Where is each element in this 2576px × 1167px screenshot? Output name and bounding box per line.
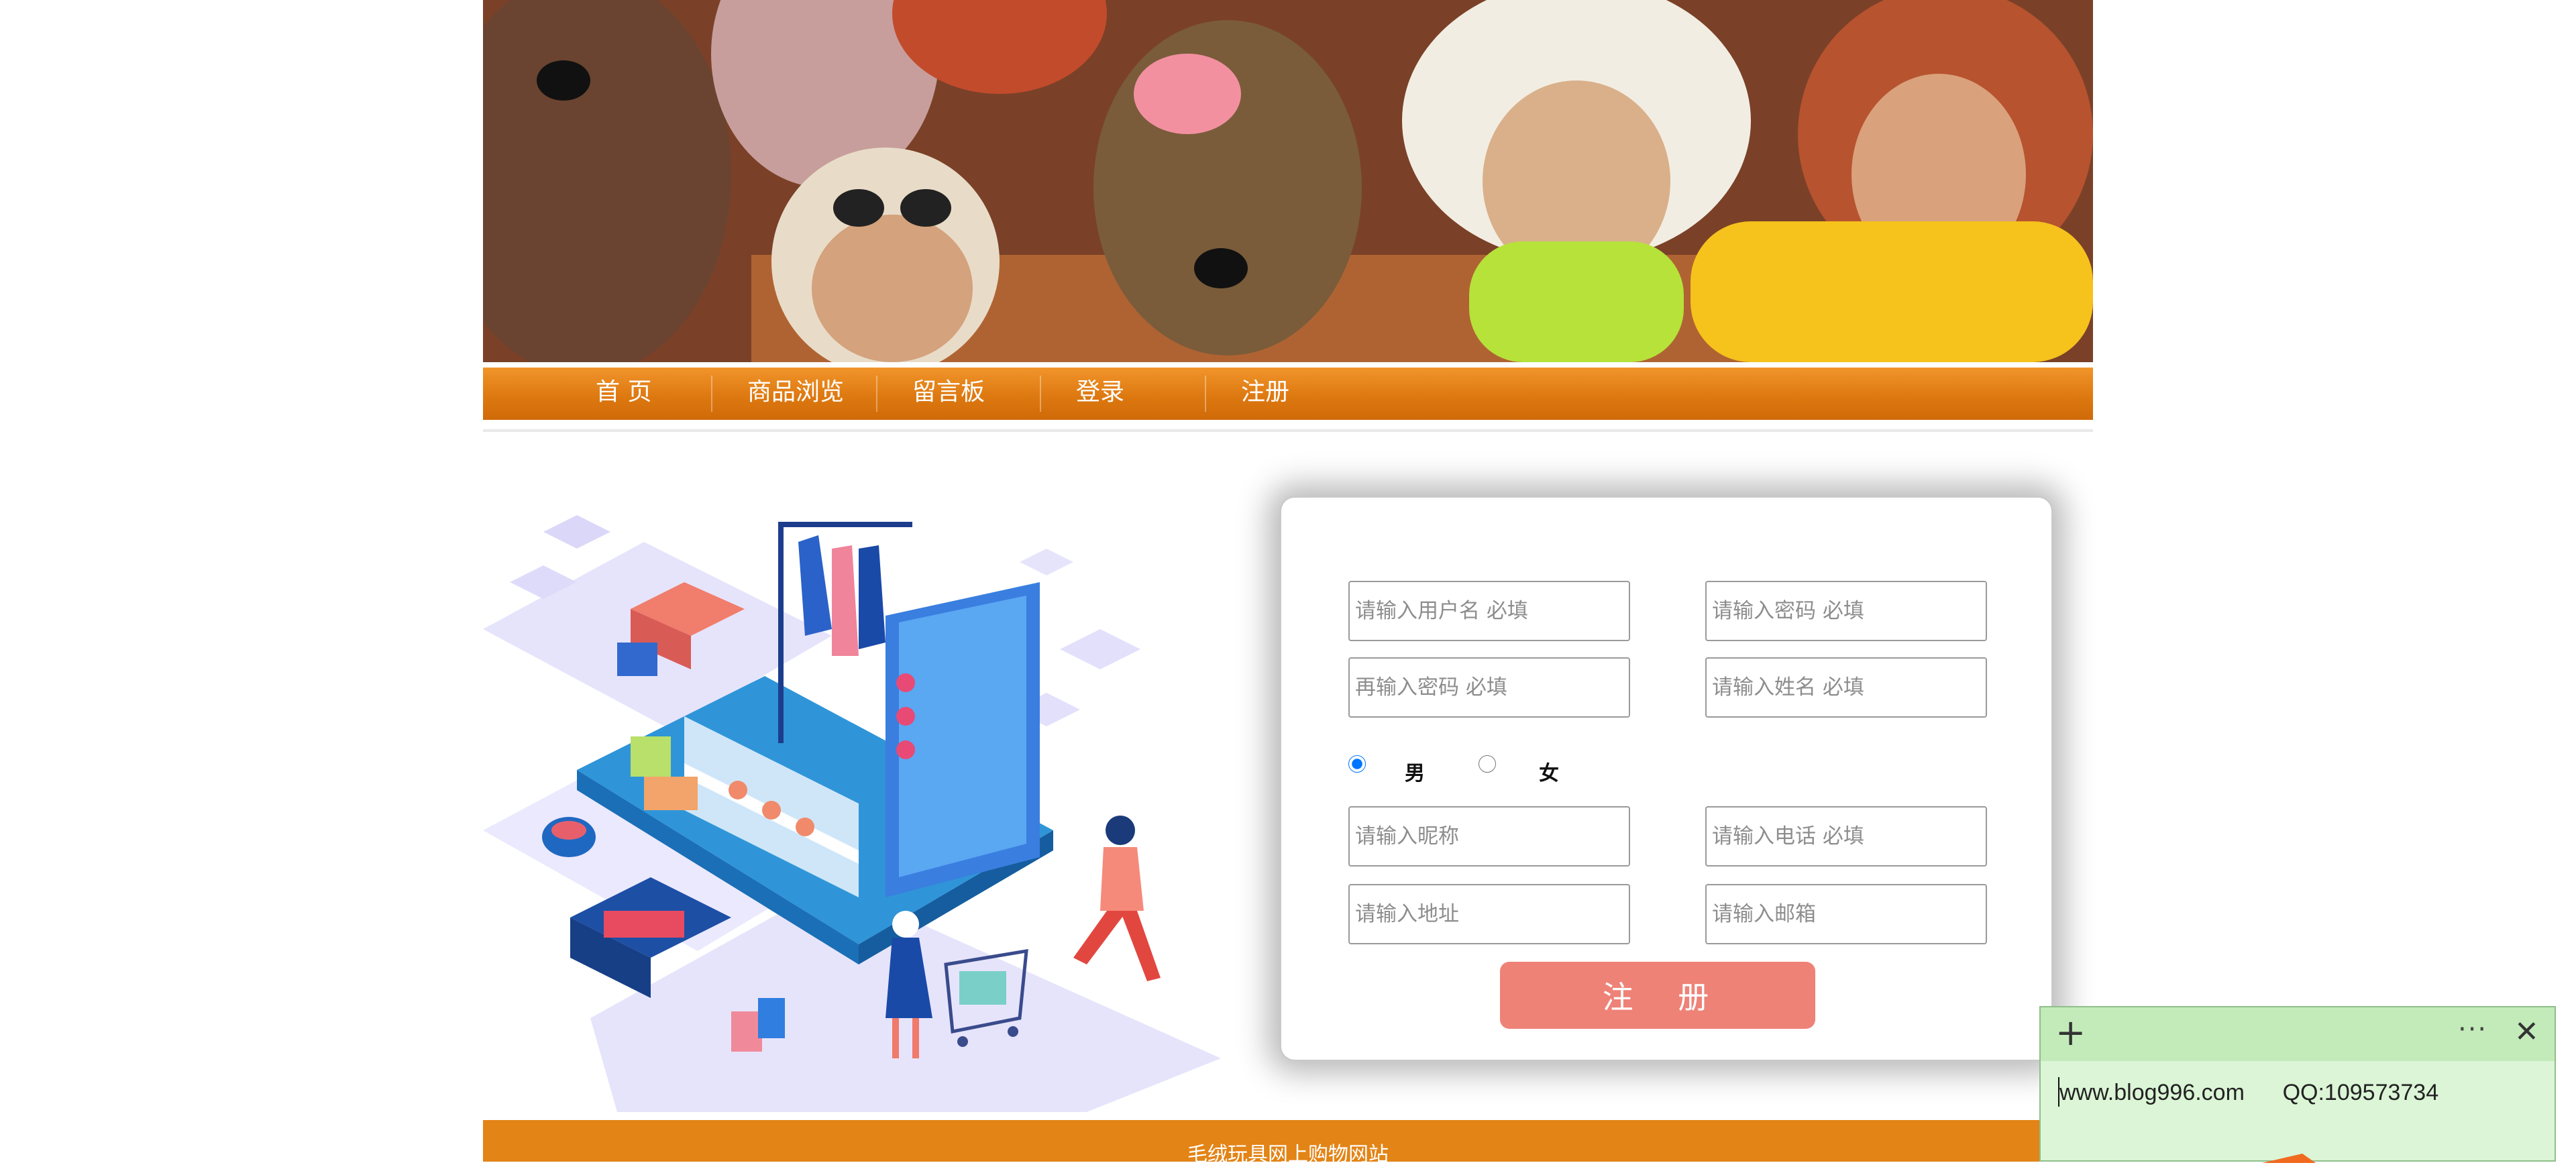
nav-item-register[interactable]: 注册 [1241,368,1289,420]
nav-underline [483,429,2093,432]
password-input[interactable] [1705,581,1987,641]
phone-input[interactable] [1705,806,1987,867]
gender-female-label: 女 [1539,762,1559,785]
more-icon[interactable]: ··· [2458,1014,2487,1045]
gender-male-label: 男 [1405,762,1425,785]
gender-male-radio[interactable] [1348,755,1366,773]
nav-divider [711,376,712,412]
nav-item-home[interactable]: 首 页 [596,368,651,420]
username-input[interactable] [1348,581,1630,641]
nav-item-products[interactable]: 商品浏览 [747,368,844,420]
sticky-note-text[interactable]: www.blog996.com QQ:109573734 [2059,1080,2438,1106]
nav-item-login[interactable]: 登录 [1076,368,1124,420]
confirm-password-input[interactable] [1348,657,1630,718]
shopping-illustration [483,482,1254,1112]
email-input[interactable] [1705,884,1987,944]
gender-female-radio[interactable] [1479,755,1496,773]
register-form-card: 男 女 注 册 [1280,496,2053,1061]
nav-divider [1040,376,1041,412]
close-icon[interactable]: ✕ [2514,1015,2539,1049]
banner-image [483,0,2093,362]
nickname-input[interactable] [1348,806,1630,867]
plus-icon[interactable]: + [2055,1013,2086,1053]
nav-divider [1205,376,1206,412]
footer-text: 毛绒玩具网上购物网站 [1187,1143,1389,1166]
nav-divider [876,376,877,412]
realname-input[interactable] [1705,657,1987,718]
sticky-note-window: + ··· ✕ www.blog996.com QQ:109573734 [2039,1006,2556,1163]
nav-item-message-board[interactable]: 留言板 [912,368,985,420]
address-input[interactable] [1348,884,1630,944]
register-submit-button[interactable]: 注 册 [1500,962,1815,1029]
site-footer: 毛绒玩具网上购物网站 [483,1120,2093,1166]
main-nav: 首 页 商品浏览 留言板 登录 注册 [483,368,2093,420]
